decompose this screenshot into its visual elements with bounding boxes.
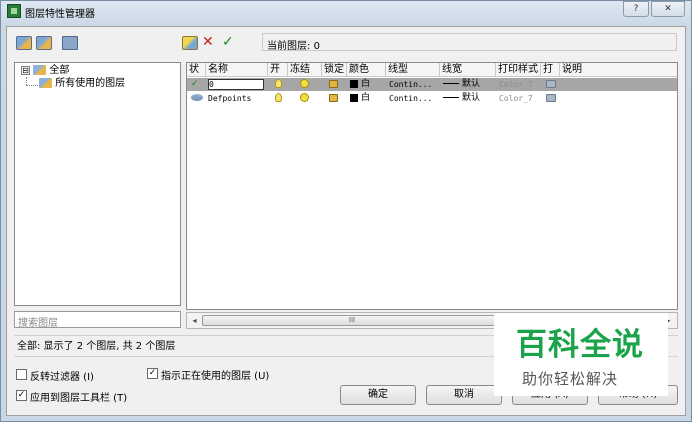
app-icon [7,4,21,18]
column-header[interactable]: 名称 [206,63,268,77]
lineweight-line [443,97,459,98]
column-header[interactable]: 状 [187,63,206,77]
table-row[interactable]: Defpoints 白 Contin... 默认 Color_7 [187,92,677,105]
printer-icon[interactable] [546,79,556,88]
layer-states-manager-icon[interactable] [62,36,78,50]
close-icon: ✕ [664,4,672,14]
cancel-button[interactable]: 取消 [426,385,502,405]
lineweight-line [443,83,459,84]
printer-icon[interactable] [546,93,556,102]
sun-icon[interactable] [300,93,309,102]
new-property-filter-icon[interactable] [16,36,32,50]
column-header[interactable]: 打 [541,63,560,77]
current-layer-icon: ✓ [191,79,199,89]
search-input[interactable]: 搜索图层 [14,311,181,329]
tree-item-all-label: 全部 [49,65,70,76]
collapse-icon[interactable]: ⊟ [21,65,30,75]
lineweight-cell[interactable]: 默认 [441,92,496,105]
tree-item-all[interactable]: ⊟ 全部 [21,64,69,78]
column-header[interactable]: 线宽 [440,63,496,77]
watermark-subtitle: 助你轻松解决 [522,370,619,388]
linetype-cell[interactable]: Contin... [387,78,440,91]
indicate-in-use-label[interactable]: 指示正在使用的图层 (U) [161,367,269,382]
lightbulb-icon[interactable] [275,93,282,102]
scroll-left-icon[interactable]: ◂ [188,314,201,327]
apply-to-toolbar-checkbox[interactable]: ✓ [16,390,27,401]
close-button[interactable]: ✕ [651,1,685,17]
grid-header: 状 名称 开 冻结 锁定 颜色 线型 线宽 打印样式 打 说明 [187,63,677,77]
tree-item-used-layers[interactable]: 所有使用的图层 [39,77,125,91]
column-header[interactable]: 冻结 [288,63,322,77]
scrollbar-thumb[interactable]: III [202,315,502,326]
color-swatch [350,79,358,88]
help-button[interactable]: ? [623,1,649,17]
watermark-title: 百科全说 [516,327,644,363]
current-layer-value: 0 [313,41,320,52]
watermark: 百科全说 助你轻松解决 [494,313,668,396]
column-header[interactable]: 说明 [560,63,677,77]
filter-tree[interactable]: ⊟ 全部 所有使用的图层 [14,62,181,306]
filter-icon [39,78,52,88]
apply-to-toolbar-label[interactable]: 应用到图层工具栏 (T) [30,389,127,404]
lightbulb-icon[interactable] [275,79,282,88]
window-title: 图层特性管理器 [25,9,95,20]
tree-item-used-layers-label: 所有使用的图层 [55,78,126,89]
current-layer-label: 当前图层: [267,41,311,52]
plot-style-cell: Color_7 [499,80,533,89]
filter-icon [33,65,47,75]
color-swatch [350,93,358,102]
layer-name-field[interactable]: 0 [208,79,264,90]
plot-style-cell: Color_7 [499,94,533,103]
lineweight-cell[interactable]: 默认 [441,78,496,91]
column-header[interactable]: 线型 [386,63,440,77]
table-row[interactable]: ✓ 0 白 Contin... 默认 Color_7 [187,78,677,91]
title-bar[interactable]: 图层特性管理器 ? ✕ [1,1,691,21]
column-header[interactable]: 开 [268,63,288,77]
color-cell[interactable]: 白 [348,78,386,91]
ok-button[interactable]: 确定 [340,385,416,405]
set-current-icon[interactable]: ✓ [222,35,234,49]
column-header[interactable]: 锁定 [322,63,347,77]
invert-filter-label[interactable]: 反转过滤器 (I) [30,368,94,383]
layer-name[interactable]: Defpoints [206,92,268,105]
color-cell[interactable]: 白 [348,92,386,105]
new-group-filter-icon[interactable] [36,36,52,50]
delete-layer-icon[interactable]: ✕ [202,35,214,49]
unlock-icon[interactable] [329,79,338,88]
tree-connector [26,85,38,86]
unlock-icon[interactable] [329,93,338,102]
current-layer-display: 当前图层: 0 [262,33,677,52]
layer-icon [191,94,203,101]
indicate-in-use-checkbox[interactable]: ✓ [147,368,158,379]
sun-icon[interactable] [300,79,309,88]
column-header[interactable]: 打印样式 [496,63,541,77]
layer-grid[interactable]: 状 名称 开 冻结 锁定 颜色 线型 线宽 打印样式 打 说明 ✓ 0 白 Co… [186,62,678,310]
linetype-cell[interactable]: Contin... [387,92,440,105]
invert-filter-checkbox[interactable] [16,369,27,380]
column-header[interactable]: 颜色 [347,63,386,77]
new-layer-icon[interactable] [182,36,198,50]
tree-connector [26,77,27,85]
